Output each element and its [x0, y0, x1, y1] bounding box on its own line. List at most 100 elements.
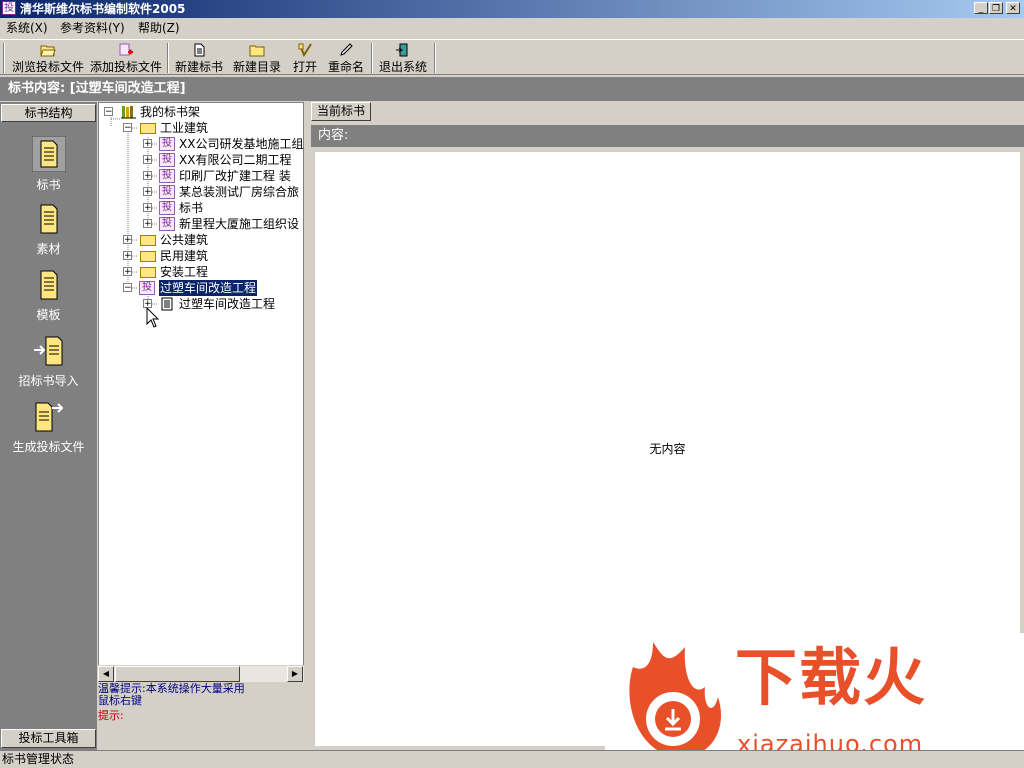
- add-bid-file-button[interactable]: 添加投标文件: [88, 41, 164, 75]
- minimize-button[interactable]: _: [974, 2, 988, 14]
- sidebar-item-generate-bid[interactable]: 生成投标文件: [0, 400, 97, 455]
- title-bar: 投 清华斯维尔标书编制软件2005 _ ❐ ✕: [0, 0, 1024, 18]
- expand-toggle[interactable]: +: [123, 267, 132, 277]
- bid-tree-view[interactable]: − 我的标书架 − 工业建筑 + 投 XX公司研发基地施工组 + 投 XX有限公…: [98, 102, 304, 682]
- toolbar: 浏览投标文件 添加投标文件 新建标书 新建目录 打开 重命名 退出系统: [0, 39, 1024, 75]
- flame-logo-icon: [629, 642, 721, 758]
- window-title: 清华斯维尔标书编制软件2005: [20, 2, 186, 16]
- toolbar-separator: [371, 43, 373, 73]
- rename-pen-icon: [340, 43, 353, 56]
- folder-icon: [140, 267, 156, 278]
- sidebar-item-generate-bid-label: 生成投标文件: [12, 440, 85, 454]
- new-folder-button[interactable]: 新建目录: [230, 41, 284, 75]
- import-document-icon: [33, 336, 62, 366]
- sidebar-item-bid[interactable]: 标书: [0, 136, 97, 193]
- tree-label: 公共建筑: [160, 233, 209, 247]
- scroll-left-arrow-icon[interactable]: ◀: [98, 666, 114, 682]
- content-label: 内容:: [318, 128, 349, 143]
- sidebar-item-material[interactable]: 素材: [0, 202, 97, 257]
- toolbar-separator: [167, 43, 169, 73]
- sidebar-item-template[interactable]: 模板: [0, 268, 97, 323]
- bookshelf-icon: [121, 106, 136, 119]
- collapse-toggle[interactable]: −: [104, 107, 113, 117]
- status-text: 标书管理状态: [2, 752, 75, 766]
- add-bid-file-label: 添加投标文件: [89, 60, 162, 74]
- folder-icon: [140, 251, 156, 262]
- bid-file-icon: 投: [159, 217, 175, 231]
- add-file-icon: [119, 43, 133, 56]
- collapse-toggle[interactable]: −: [123, 283, 132, 293]
- tree-label-selected: 过塑车间改造工程: [159, 280, 258, 296]
- toolbar-separator: [434, 43, 436, 73]
- sidebar-item-material-label: 素材: [36, 242, 61, 256]
- browse-bid-file-button[interactable]: 浏览投标文件: [10, 41, 86, 75]
- expand-toggle[interactable]: +: [143, 171, 152, 181]
- bid-content-header: 标书内容: [过塑车间改造工程]: [0, 77, 1024, 101]
- expand-toggle[interactable]: +: [143, 139, 152, 149]
- bid-file-icon: 投: [159, 201, 175, 215]
- menu-reference[interactable]: 参考资料(Y): [60, 20, 125, 36]
- rename-button[interactable]: 重命名: [325, 41, 367, 75]
- tree-label: 我的标书架: [140, 105, 201, 119]
- left-sidebar: 标书结构 标书 素材 模板 招标书导入 生成投标文件: [0, 102, 97, 750]
- tree-label: XX有限公司二期工程: [179, 153, 292, 167]
- sidebar-item-template-label: 模板: [36, 308, 61, 322]
- tree-label: 新里程大厦施工组织设: [179, 217, 300, 231]
- expand-toggle[interactable]: +: [143, 155, 152, 165]
- mouse-cursor-icon: [146, 307, 160, 328]
- tree-label: 过塑车间改造工程: [179, 297, 276, 311]
- exit-system-button[interactable]: 退出系统: [376, 41, 430, 75]
- new-bid-button[interactable]: 新建标书: [172, 41, 226, 75]
- scroll-right-arrow-icon[interactable]: ▶: [287, 666, 303, 682]
- menu-system[interactable]: 系统(X): [6, 20, 48, 36]
- bid-file-icon: 投: [159, 185, 175, 199]
- bid-file-icon: 投: [159, 137, 175, 151]
- content-label-bar: 内容:: [311, 125, 1024, 147]
- new-folder-label: 新建目录: [232, 60, 281, 74]
- restore-button[interactable]: ❐: [989, 2, 1003, 14]
- sidebar-item-bid-label: 标书: [36, 178, 61, 192]
- expand-toggle[interactable]: +: [123, 251, 132, 261]
- menu-help[interactable]: 帮助(Z): [138, 20, 180, 36]
- export-document-icon: [35, 402, 63, 432]
- tree-label: 标书: [179, 201, 204, 215]
- book-stack-icon: [31, 136, 66, 172]
- bid-structure-button[interactable]: 标书结构: [1, 104, 96, 122]
- new-folder-icon: [249, 45, 265, 57]
- new-bid-label: 新建标书: [174, 60, 223, 74]
- browse-bid-file-label: 浏览投标文件: [11, 60, 84, 74]
- watermark-brand: 下载火: [735, 641, 928, 714]
- bid-file-icon: 投: [139, 281, 155, 295]
- expand-toggle[interactable]: +: [143, 203, 152, 213]
- tip-line: 鼠标右键: [98, 694, 142, 707]
- tips-panel: 温馨提示:本系统操作大量采用 鼠标右键 提示:: [98, 683, 304, 748]
- tab-current-bid[interactable]: 当前标书: [311, 102, 371, 121]
- document-icon: [161, 297, 173, 311]
- new-doc-icon: [194, 43, 205, 57]
- open-label: 打开: [292, 60, 317, 74]
- expand-toggle[interactable]: +: [123, 235, 132, 245]
- close-button[interactable]: ✕: [1006, 2, 1020, 14]
- tree-label: 安装工程: [160, 265, 209, 279]
- folder-open-icon: [40, 45, 56, 57]
- scroll-thumb[interactable]: [115, 666, 240, 682]
- tree-horizontal-scrollbar[interactable]: ◀ ▶: [98, 665, 304, 682]
- sidebar-item-import-tender[interactable]: 招标书导入: [0, 334, 97, 389]
- bid-toolbox-button[interactable]: 投标工具箱: [1, 729, 96, 748]
- bid-file-icon: 投: [159, 169, 175, 183]
- bid-content-title: 标书内容: [过塑车间改造工程]: [8, 81, 186, 96]
- toolbar-grip: [3, 43, 5, 73]
- open-button[interactable]: 打开: [290, 41, 320, 75]
- open-icon: [298, 43, 312, 57]
- tree-label: XX公司研发基地施工组: [179, 137, 304, 151]
- book-stack-icon: [40, 270, 57, 300]
- expand-toggle[interactable]: +: [143, 187, 152, 197]
- exit-door-icon: [396, 43, 408, 57]
- tree-label: 印刷厂改扩建工程 装: [179, 169, 291, 183]
- collapse-toggle[interactable]: −: [123, 123, 132, 133]
- tree-label: 工业建筑: [160, 121, 209, 135]
- expand-toggle[interactable]: +: [143, 219, 152, 229]
- exit-system-label: 退出系统: [378, 60, 427, 74]
- tree-label: 民用建筑: [160, 249, 209, 263]
- sidebar-item-import-tender-label: 招标书导入: [18, 374, 79, 388]
